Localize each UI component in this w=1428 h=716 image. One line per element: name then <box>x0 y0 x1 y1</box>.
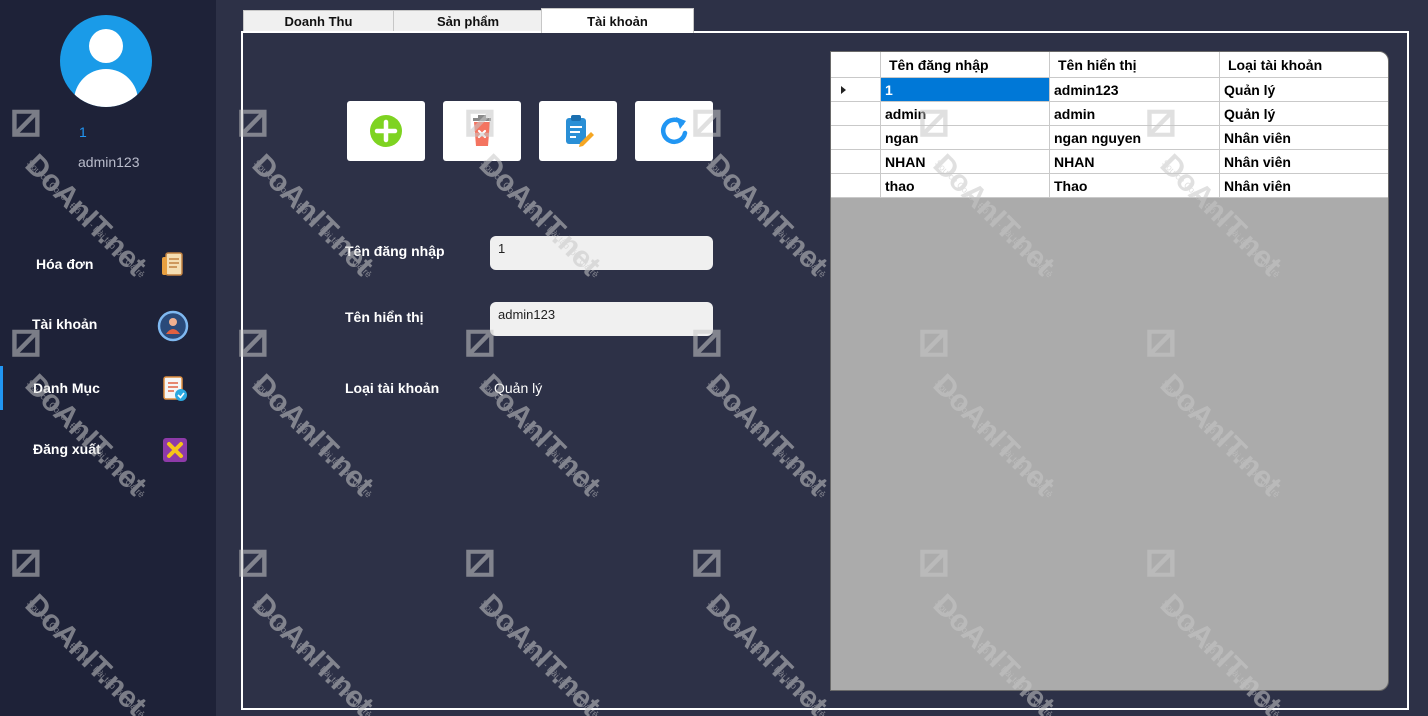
table-row[interactable]: ngan ngan nguyen Nhân viên <box>831 126 1388 150</box>
column-header[interactable]: Tên đăng nhập <box>881 52 1050 78</box>
account-icon <box>157 310 189 342</box>
table-cell[interactable]: Quản lý <box>1220 102 1388 126</box>
table-cell[interactable]: thao <box>881 174 1050 198</box>
row-header[interactable] <box>831 102 881 126</box>
active-indicator <box>0 366 3 410</box>
tab-products[interactable]: Sản phẩm <box>393 10 543 32</box>
table-cell[interactable]: admin <box>881 102 1050 126</box>
row-header[interactable] <box>831 78 881 102</box>
row-header-corner <box>831 52 881 78</box>
sidebar-item-label: Danh Mục <box>33 380 100 396</box>
sidebar-item-label: Đăng xuất <box>33 441 101 457</box>
sidebar-item-invoice[interactable]: Hóa đơn <box>0 240 216 290</box>
row-header[interactable] <box>831 174 881 198</box>
tab-revenue[interactable]: Doanh Thu <box>243 10 394 32</box>
table-row[interactable]: NHAN NHAN Nhân viên <box>831 150 1388 174</box>
row-header[interactable] <box>831 150 881 174</box>
user-display-name: admin123 <box>78 154 140 170</box>
edit-icon <box>566 115 594 147</box>
column-header[interactable]: Tên hiển thị <box>1050 52 1220 78</box>
add-button[interactable] <box>347 101 425 161</box>
refresh-button[interactable] <box>635 101 713 161</box>
table-cell[interactable]: ngan nguyen <box>1050 126 1220 150</box>
sidebar: 1 admin123 Hóa đơn Tài khoản Danh Mục Đă… <box>0 0 216 716</box>
column-header[interactable]: Loại tài khoản <box>1220 52 1388 78</box>
account-type-value[interactable]: Quản lý <box>494 380 542 396</box>
account-type-label: Loại tài khoản <box>345 380 440 396</box>
table-cell[interactable]: admin <box>1050 102 1220 126</box>
table-row[interactable]: thao Thao Nhân viên <box>831 174 1388 198</box>
table-cell[interactable]: 1 <box>881 78 1050 102</box>
username-input[interactable] <box>490 236 713 270</box>
displayname-label: Tên hiển thị <box>345 309 424 325</box>
current-row-arrow-icon <box>841 85 846 94</box>
table-cell[interactable]: Nhân viên <box>1220 150 1388 174</box>
category-icon <box>163 376 187 401</box>
tab-accounts[interactable]: Tài khoản <box>541 8 694 33</box>
logout-icon <box>163 438 187 462</box>
user-id: 1 <box>79 124 87 140</box>
edit-button[interactable] <box>539 101 617 161</box>
sidebar-item-label: Hóa đơn <box>36 256 94 272</box>
avatar-icon[interactable] <box>60 15 152 107</box>
refresh-icon <box>660 117 688 144</box>
row-header[interactable] <box>831 126 881 150</box>
table-cell[interactable]: NHAN <box>1050 150 1220 174</box>
sidebar-item-label: Tài khoản <box>32 316 98 332</box>
sidebar-item-category[interactable]: Danh Mục <box>0 364 216 414</box>
sidebar-item-logout[interactable]: Đăng xuất <box>0 425 216 475</box>
accounts-grid[interactable]: Tên đăng nhập Tên hiển thị Loại tài khoả… <box>830 51 1389 691</box>
grid-header: Tên đăng nhập Tên hiển thị Loại tài khoả… <box>831 52 1388 78</box>
delete-button[interactable] <box>443 101 521 161</box>
delete-icon <box>473 115 491 146</box>
username-label: Tên đăng nhập <box>345 243 445 259</box>
table-cell[interactable]: admin123 <box>1050 78 1220 102</box>
table-cell[interactable]: Nhân viên <box>1220 126 1388 150</box>
table-cell[interactable]: ngan <box>881 126 1050 150</box>
table-cell[interactable]: Thao <box>1050 174 1220 198</box>
sidebar-item-account[interactable]: Tài khoản <box>0 300 216 350</box>
table-row[interactable]: 1 admin123 Quản lý <box>831 78 1388 102</box>
table-cell[interactable]: Nhân viên <box>1220 174 1388 198</box>
invoice-icon <box>162 252 183 276</box>
add-icon <box>370 115 402 147</box>
table-cell[interactable]: NHAN <box>881 150 1050 174</box>
table-cell[interactable]: Quản lý <box>1220 78 1388 102</box>
table-row[interactable]: admin admin Quản lý <box>831 102 1388 126</box>
displayname-input[interactable] <box>490 302 713 336</box>
